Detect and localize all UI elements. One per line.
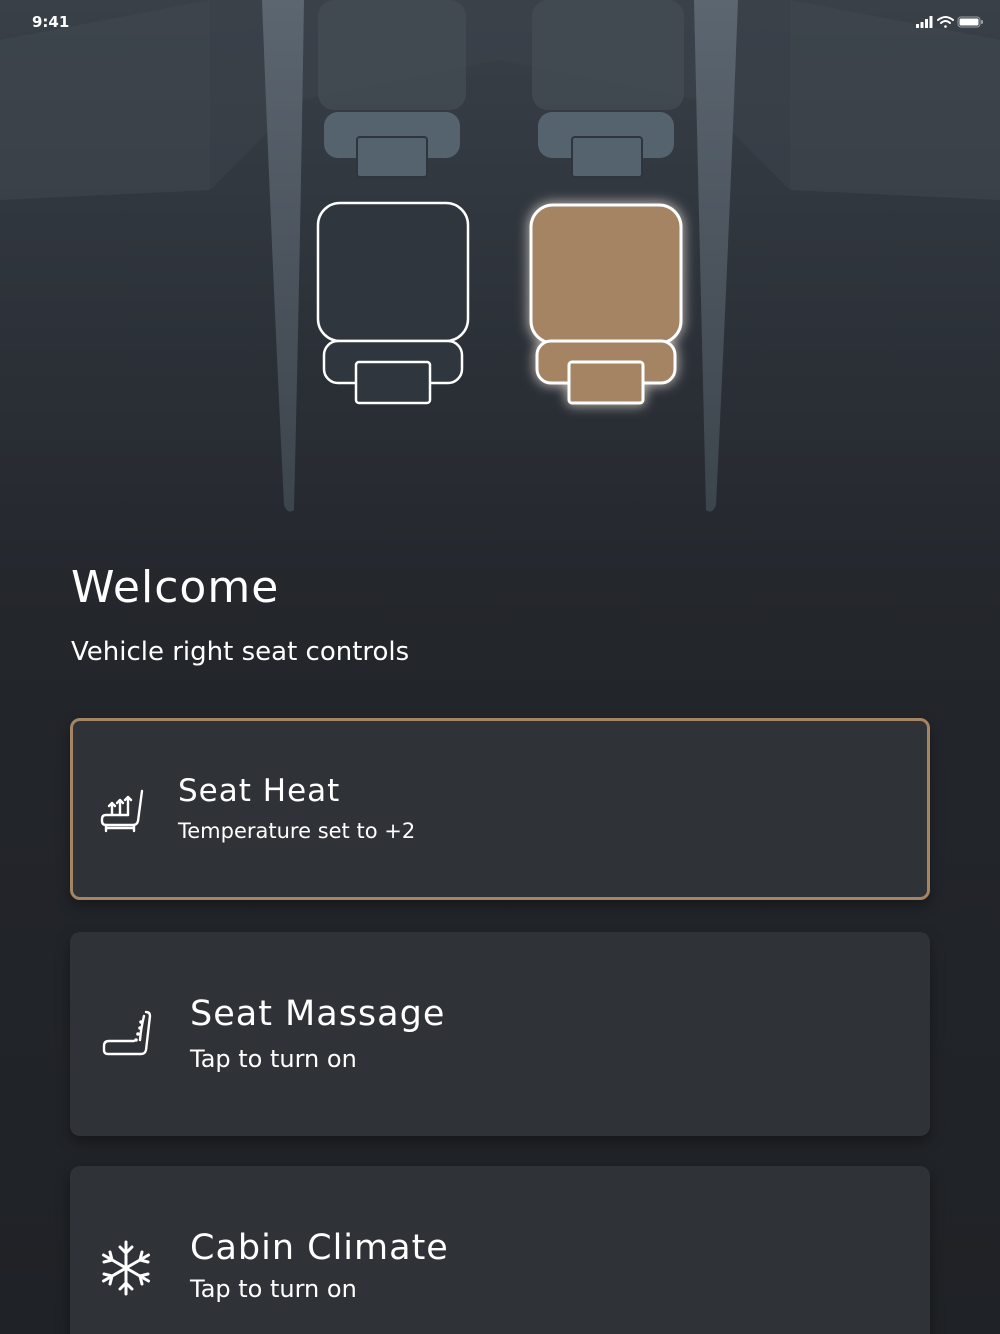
wifi-icon <box>937 16 954 28</box>
seat-heat-status: Temperature set to +2 <box>178 819 416 843</box>
seat-massage-status: Tap to turn on <box>190 1045 357 1073</box>
cabin-climate-card[interactable]: Cabin Climate Tap to turn on <box>70 1166 930 1334</box>
rear-left-seat <box>324 112 460 178</box>
seat-heat-title: Seat Heat <box>178 773 341 809</box>
battery-icon <box>957 16 983 28</box>
snowflake-icon <box>102 1240 150 1296</box>
rear-right-seat <box>538 112 674 178</box>
welcome-subtitle: Vehicle right seat controls <box>71 637 410 667</box>
seat-heat-icon <box>100 789 144 833</box>
welcome-title: Welcome <box>71 562 280 613</box>
seat-massage-icon <box>102 1010 152 1056</box>
cabin-climate-status: Tap to turn on <box>190 1275 357 1303</box>
front-left-seat[interactable] <box>316 201 470 405</box>
seat-massage-card[interactable]: Seat Massage Tap to turn on <box>70 932 930 1136</box>
cellular-signal-icon <box>916 16 933 28</box>
seat-massage-title: Seat Massage <box>190 994 446 1034</box>
seat-controls-screen: 9:41 Welcome Vehicle right seat controls… <box>0 0 1000 1334</box>
right-door-pillar <box>694 0 738 512</box>
seat-heat-card[interactable]: Seat Heat Temperature set to +2 <box>70 718 930 900</box>
status-time: 9:41 <box>32 13 70 31</box>
left-door-pillar <box>262 0 304 512</box>
status-icons <box>916 16 983 28</box>
cabin-climate-title: Cabin Climate <box>190 1228 449 1268</box>
vehicle-seat-map <box>0 0 1000 512</box>
status-bar: 9:41 <box>0 0 1000 44</box>
front-right-seat[interactable] <box>529 203 683 405</box>
